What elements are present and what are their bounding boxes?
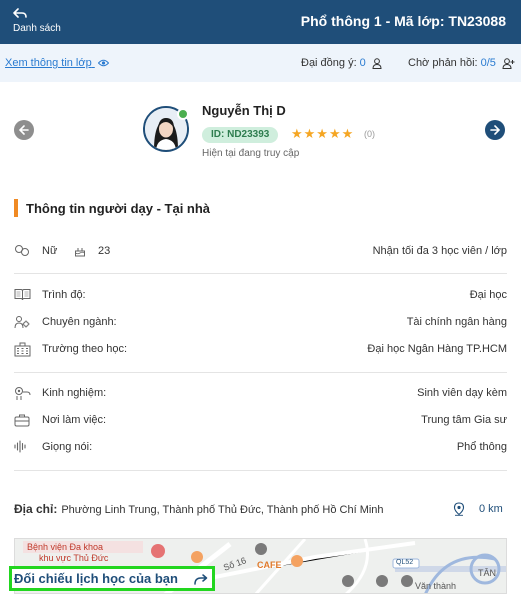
agreed-count: Đại đồng ý: 0	[301, 57, 382, 69]
compare-schedule-label: Đối chiếu lịch học của bạn	[14, 571, 178, 586]
class-info-bar: Xem thông tin lớp Đại đồng ý: 0 Chờ phản …	[0, 44, 521, 82]
education-label: Trường theo học:	[42, 343, 128, 355]
age-value: 23	[98, 245, 111, 257]
capacity-value: Nhận tối đa 3 học viên / lớp	[372, 245, 507, 257]
education-label: Trình độ:	[42, 289, 86, 301]
agreed-label: Đại đồng ý:	[301, 57, 357, 69]
top-header: Danh sách Phổ thông 1 - Mã lớp: TN23088	[0, 0, 521, 44]
map-hospital-label-1: Bệnh viện Đa khoa	[27, 542, 104, 552]
address: Địa chỉ: Phường Linh Trung, Thành phố Thủ…	[14, 502, 384, 516]
voice-value: Phổ thông	[456, 441, 507, 453]
education-value: Đại học Ngân Hàng TP.HCM	[367, 343, 507, 355]
back-label: Danh sách	[13, 23, 61, 34]
tutor-name: Nguyễn Thị D	[202, 103, 286, 118]
gender-value: Nữ	[42, 245, 58, 257]
arrow-left-icon	[18, 125, 29, 135]
map-area-label: TÂN	[478, 568, 496, 578]
tutor-id-badge: ID: ND23393	[202, 127, 279, 143]
school-icon	[14, 342, 31, 357]
experience-label: Kinh nghiệm:	[42, 387, 107, 399]
education-row-level: Trình độ: Đại học	[14, 286, 507, 306]
rating-count: (0)	[364, 129, 375, 139]
workplace-value: Trung tâm Gia sư	[421, 414, 507, 426]
previous-tutor-button[interactable]	[14, 120, 34, 140]
briefcase-icon	[14, 414, 30, 427]
education-label: Chuyên ngành:	[42, 316, 117, 328]
map-pin-icon	[453, 502, 465, 516]
online-status-dot	[177, 108, 189, 120]
divider	[14, 470, 507, 471]
view-class-label: Xem thông tin lớp	[5, 57, 92, 69]
experience-value: Sinh viên dạy kèm	[417, 387, 507, 399]
voice-icon	[14, 440, 26, 453]
education-value: Tài chính ngân hàng	[406, 316, 507, 328]
distance[interactable]: 0 km	[453, 502, 503, 516]
compare-schedule-button[interactable]: Đối chiếu lịch học của bạn	[9, 566, 215, 591]
workplace-label: Nơi làm việc:	[42, 414, 107, 426]
eye-icon	[97, 59, 109, 67]
education-row-school: Trường theo học: Đại học Ngân Hàng TP.HC…	[14, 340, 507, 360]
agreed-number: 0	[359, 57, 366, 69]
divider	[14, 273, 507, 274]
address-label: Địa chỉ:	[14, 502, 58, 516]
address-value: Phường Linh Trung, Thành phố Thủ Đức, Th…	[61, 504, 384, 516]
waiting-number: 0/5	[480, 57, 496, 69]
birthday-cake-icon	[75, 248, 85, 257]
basics-row: Nữ 23 Nhận tối đa 3 học viên / lớp	[14, 242, 507, 262]
voice-label: Giọng nói:	[42, 441, 93, 453]
experience-row: Kinh nghiệm: Sinh viên dạy kèm	[14, 384, 507, 404]
back-button[interactable]: Danh sách	[10, 8, 70, 38]
map-cafe-label: CAFE	[257, 560, 282, 570]
voice-row: Giọng nói: Phổ thông	[14, 438, 507, 458]
share-arrow-icon	[194, 574, 208, 585]
waiting-count: Chờ phản hồi: 0/5	[408, 57, 515, 69]
section-accent-bar	[14, 199, 18, 217]
map-street-label: Văn thành	[415, 581, 457, 591]
user-icon	[372, 57, 382, 69]
next-tutor-button[interactable]	[485, 120, 505, 140]
experience-icon	[15, 387, 31, 400]
view-class-link[interactable]: Xem thông tin lớp	[5, 57, 109, 69]
back-arrow-icon	[13, 8, 27, 18]
rating-stars: ★★★★★	[291, 126, 355, 141]
book-icon	[14, 289, 31, 301]
page-title: Phổ thông 1 - Mã lớp: TN23088	[300, 13, 506, 29]
education-value: Đại học	[469, 289, 507, 301]
waiting-label: Chờ phản hồi:	[408, 57, 478, 69]
major-icon	[14, 316, 30, 329]
distance-value: 0 km	[479, 502, 503, 515]
section-title: Thông tin người dạy - Tại nhà	[26, 201, 211, 216]
user-plus-icon	[502, 57, 515, 69]
arrow-right-icon	[490, 125, 501, 135]
gender-icon	[15, 245, 29, 256]
map-hospital-label-2: khu vực Thủ Đức	[39, 553, 109, 563]
map-highway-label: QL52	[396, 559, 414, 566]
online-status-text: Hiện tại đang truy cập	[202, 148, 300, 159]
education-row-major: Chuyên ngành: Tài chính ngân hàng	[14, 313, 507, 333]
workplace-row: Nơi làm việc: Trung tâm Gia sư	[14, 411, 507, 431]
divider	[14, 372, 507, 373]
